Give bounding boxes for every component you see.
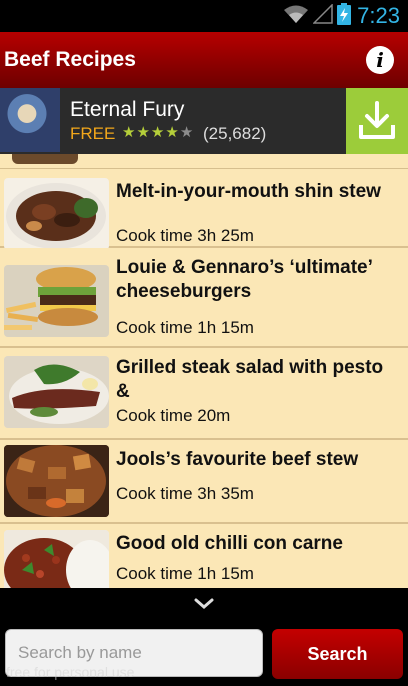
- status-bar: 7:23: [0, 0, 408, 32]
- ad-app-icon[interactable]: [0, 88, 60, 152]
- clock-time: 7:23: [357, 3, 400, 28]
- ad-banner[interactable]: Eternal Fury FREE ★★★★★ (25,682): [0, 88, 408, 154]
- ad-review-count: (25,682): [203, 124, 267, 143]
- recipe-list[interactable]: Melt-in-your-mouth shin stew Cook time 3…: [0, 154, 408, 588]
- recipe-cook-time: Cook time 3h 35m: [116, 484, 254, 503]
- star-icon: ★: [122, 124, 137, 141]
- recipe-title: Jools’s favourite beef stew: [116, 449, 359, 470]
- recipe-thumbnail: [12, 154, 78, 164]
- recipe-cook-time: Cook time 1h 15m: [116, 318, 254, 337]
- ad-rating-stars: ★★★★★: [122, 123, 194, 141]
- star-icon: ★: [165, 124, 180, 141]
- chevron-down-icon: [194, 598, 214, 609]
- star-icon: ★: [136, 124, 151, 141]
- ad-download-button[interactable]: [346, 88, 408, 154]
- recipe-title: Louie & Gennaro’s ‘ultimate’ cheeseburge…: [116, 257, 372, 302]
- star-icon: ★: [150, 124, 166, 141]
- list-item[interactable]: Jools’s favourite beef stew Cook time 3h…: [0, 440, 408, 524]
- recipe-title: Grilled steak salad with pesto &: [116, 357, 384, 402]
- collapse-handle[interactable]: [0, 588, 408, 620]
- info-icon: i: [376, 48, 384, 72]
- recipe-thumbnail: [4, 178, 109, 250]
- list-item[interactable]: Grilled steak salad with pesto & Cook ti…: [0, 348, 408, 440]
- info-button[interactable]: i: [366, 46, 394, 74]
- list-item[interactable]: Louie & Gennaro’s ‘ultimate’ cheeseburge…: [0, 248, 408, 348]
- list-item[interactable]: Good old chilli con carne Cook time 1h 1…: [0, 524, 408, 588]
- wifi-icon: [283, 4, 309, 29]
- recipe-title: Melt-in-your-mouth shin stew: [116, 181, 381, 202]
- star-empty-icon: ★: [179, 124, 195, 141]
- ad-price: FREE: [70, 124, 116, 143]
- recipe-cook-time: Cook time 1h 15m: [116, 564, 254, 583]
- app-header: Beef Recipes i: [0, 32, 408, 88]
- recipe-cook-time: Cook time 3h 25m: [116, 226, 254, 245]
- recipe-thumbnail: [4, 356, 109, 428]
- signal-icon: [312, 2, 333, 29]
- list-item-partial[interactable]: [0, 154, 408, 169]
- recipe-thumbnail: [4, 265, 109, 337]
- watermark-text: free for personal use: [6, 664, 135, 680]
- battery-charging-icon: [337, 2, 352, 30]
- download-icon: [359, 101, 395, 139]
- ad-app-name[interactable]: Eternal Fury: [70, 98, 184, 122]
- page-title: Beef Recipes: [4, 48, 136, 71]
- list-item[interactable]: Melt-in-your-mouth shin stew Cook time 3…: [0, 170, 408, 250]
- search-button[interactable]: Search: [272, 629, 403, 679]
- recipe-title: Good old chilli con carne: [116, 533, 343, 554]
- recipe-thumbnail: [4, 530, 109, 588]
- recipe-thumbnail: [4, 445, 109, 517]
- recipe-cook-time: Cook time 20m: [116, 406, 231, 425]
